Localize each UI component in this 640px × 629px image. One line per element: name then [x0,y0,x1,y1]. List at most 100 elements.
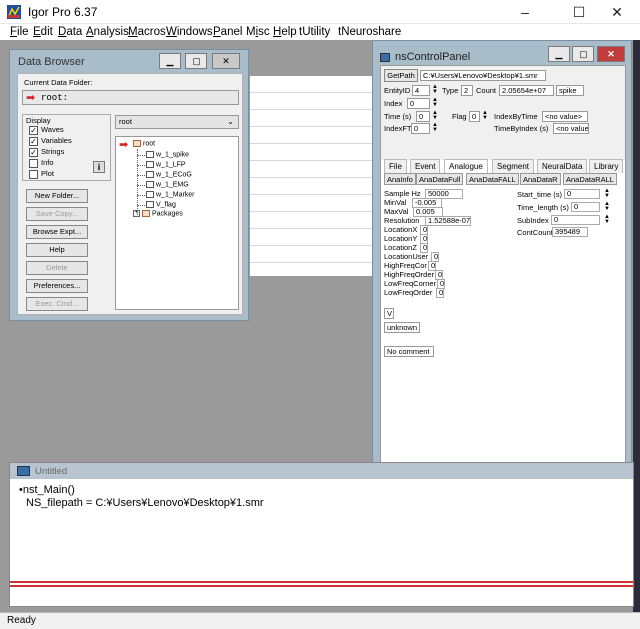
menu-misc[interactable]: Misc [246,26,270,38]
tree-wave[interactable]: w_1_Marker [146,191,195,198]
ns-maximize-button[interactable]: ▢ [572,46,595,62]
checkbox-plot[interactable]: Plot [29,169,54,179]
checkbox-strings[interactable]: ✓ Strings [29,147,64,157]
low-freq-order-label: LowFreqOrder [384,288,433,297]
index-field[interactable]: 0 [407,98,430,109]
status-bar: Ready [0,612,640,629]
tree-wave[interactable]: w_1_spike [146,151,189,158]
db-minimize-button[interactable]: ▁ [158,53,181,69]
ns-control-panel-window: nsControlPanel ▁ ▢ ✕ GetPath C:¥Users¥Le… [372,40,632,470]
start-time-field[interactable]: 0 [564,189,600,199]
time-field[interactable]: 0 [416,111,430,122]
contcount-field: 395489 [552,227,588,237]
db-close-button[interactable]: ✕ [212,53,240,69]
index-label: Index [384,99,403,108]
tab-analogue[interactable]: Analogue [444,159,488,173]
tree-wave[interactable]: w_1_ECoG [146,171,192,178]
checkbox-info[interactable]: Info [29,158,54,168]
subindex-field[interactable]: 0 [551,215,600,225]
time-by-index-label: TimeByIndex (s) [494,124,549,133]
current-folder-arrow-icon: ➡ [26,92,36,104]
tree-folder-root[interactable]: root [133,140,155,147]
browse-expt-button[interactable]: Browse Expt... [26,225,88,239]
checkbox-waves[interactable]: ✓ Waves [29,125,64,135]
new-folder-button[interactable]: New Folder... [26,189,88,203]
subtab-anadatafull[interactable]: AnaDataFull [416,173,464,185]
wave-icon [146,191,154,198]
tree-variable[interactable]: V_flag [146,201,176,208]
location-x-label: LocationX [384,225,418,234]
subtab-anadatafall[interactable]: AnaDataFALL [466,173,519,185]
folder-icon [133,140,141,147]
subindex-stepper-icon[interactable]: ▲ ▼ [603,214,611,225]
checkbox-variables[interactable]: ✓ Variables [29,136,72,146]
menu-edit[interactable]: Edit [33,26,53,38]
ns-minimize-button[interactable]: ▁ [547,46,570,62]
index-ft-field[interactable]: 0 [411,123,430,134]
info-icon[interactable]: i [93,161,105,173]
type-field[interactable]: 2 [461,85,473,96]
folder-select[interactable]: root ⌄ [115,115,239,129]
menu-file[interactable]: File [10,26,29,38]
command-input[interactable] [10,587,633,606]
history-line: •nst_Main() [19,484,75,496]
preferences-button[interactable]: Preferences... [26,279,88,293]
current-folder-pointer-icon: ➡ [119,139,129,151]
tree-wave[interactable]: w_1_EMG [146,181,189,188]
tree-wave[interactable]: w_1_LFP [146,161,186,168]
time-length-stepper-icon[interactable]: ▲ ▼ [603,201,611,212]
command-window: Untitled •nst_Main() NS_filepath = C:¥Us… [9,462,634,607]
getpath-button[interactable]: GetPath [384,69,418,82]
menu-tutility[interactable]: tUtility [299,26,330,38]
path-field[interactable]: C:¥Users¥Lenovo¥Desktop¥1.smr [420,70,546,81]
flag-label: Flag [452,112,467,121]
entity-stepper-icon[interactable]: ▲ ▼ [431,84,439,95]
tab-segment[interactable]: Segment [492,159,535,173]
close-button[interactable]: ✕ [594,0,640,24]
type-label: Type [442,86,459,95]
menu-help[interactable]: Help [273,26,297,38]
ns-panel-body: GetPath C:¥Users¥Lenovo¥Desktop¥1.smr En… [380,65,626,465]
contcount-label: ContCount [517,228,553,237]
ns-panel-title: nsControlPanel [395,51,471,63]
minimize-button[interactable]: – [502,0,548,24]
exec-cmd-button[interactable]: Exec. Cmd... [26,297,88,311]
ns-close-button[interactable]: ✕ [597,46,625,62]
tab-neuraldata[interactable]: NeuralData [537,159,588,173]
db-maximize-button[interactable]: ▢ [185,53,208,69]
menu-data[interactable]: Data [58,26,82,38]
subtab-anainfo[interactable]: AnaInfo [384,173,416,185]
subtab-anadatarall[interactable]: AnaDataRALL [563,173,617,185]
time-length-field[interactable]: 0 [571,202,600,212]
tab-file[interactable]: File [384,159,407,173]
entity-label: EntityID [384,86,411,95]
flag-stepper-icon[interactable]: ▲ ▼ [481,110,489,121]
menu-macros[interactable]: Macros [128,26,166,38]
command-separator [10,581,633,583]
tab-library[interactable]: Library [589,159,624,173]
index-ft-stepper-icon[interactable]: ▲ ▼ [431,122,439,133]
history-line: NS_filepath = C:¥Users¥Lenovo¥Desktop¥1.… [26,497,264,509]
index-stepper-icon[interactable]: ▲ ▼ [431,97,439,108]
menu-windows[interactable]: Windows [166,26,213,38]
folder-icon [142,210,150,217]
delete-button[interactable]: Delete [26,261,88,275]
comment-field: No comment [384,346,434,357]
subtab-anadatar[interactable]: AnaDataR [520,173,561,185]
subindex-label: SubIndex [517,216,549,225]
tree-folder-packages[interactable]: + Packages [133,210,183,217]
start-time-stepper-icon[interactable]: ▲ ▼ [603,188,611,199]
menu-tneuroshare[interactable]: tNeuroshare [338,26,401,38]
menu-analysis[interactable]: Analysis [86,26,129,38]
save-copy-button[interactable]: Save Copy... [26,207,88,221]
data-tree: ➡ root w_1_spike w_1_LFP w_1_ECoG w_1_EM… [115,136,239,310]
time-stepper-icon[interactable]: ▲ ▼ [431,110,439,121]
menu-panel[interactable]: Panel [213,26,242,38]
current-folder-label: Current Data Folder: [24,78,93,87]
tab-event[interactable]: Event [410,159,441,173]
flag-field[interactable]: 0 [469,111,480,122]
background-table-rows [250,76,374,276]
help-button[interactable]: Help [26,243,88,257]
probe-info-field: unknown [384,322,420,333]
entity-field[interactable]: 4 [412,85,430,96]
